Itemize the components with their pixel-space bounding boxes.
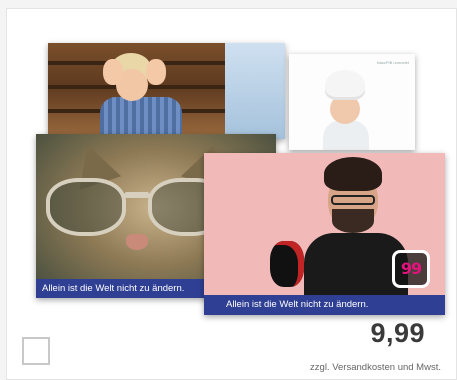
product-price: 9,99 xyxy=(370,318,425,348)
man-headset-card: 99 Allein ist die Welt nicht zu ändern. xyxy=(204,153,445,315)
child-photo xyxy=(48,43,285,139)
glasses-bridge xyxy=(124,192,150,198)
man-hair xyxy=(324,157,382,191)
glasses-lens xyxy=(46,178,126,236)
baby-body xyxy=(323,120,369,150)
man-glasses xyxy=(331,195,375,205)
card-caption: Allein ist die Welt nicht zu ändern. xyxy=(204,295,445,315)
kid-hand xyxy=(146,59,166,85)
headphones xyxy=(270,241,304,287)
chef-hat xyxy=(325,70,365,100)
baby-chef-photo: NaszPIB unmodet xyxy=(289,54,415,150)
price-badge-99: 99 xyxy=(392,250,430,288)
kid-hand xyxy=(103,59,123,85)
man-beard xyxy=(332,209,374,233)
select-checkbox[interactable] xyxy=(22,337,50,365)
kid-shirt xyxy=(100,97,182,139)
price-note: zzgl. Versandkosten und Mwst. xyxy=(310,362,441,373)
photo-tiny-text: NaszPIB unmodet xyxy=(376,60,409,65)
window xyxy=(225,43,285,139)
cat-nose xyxy=(126,234,148,250)
